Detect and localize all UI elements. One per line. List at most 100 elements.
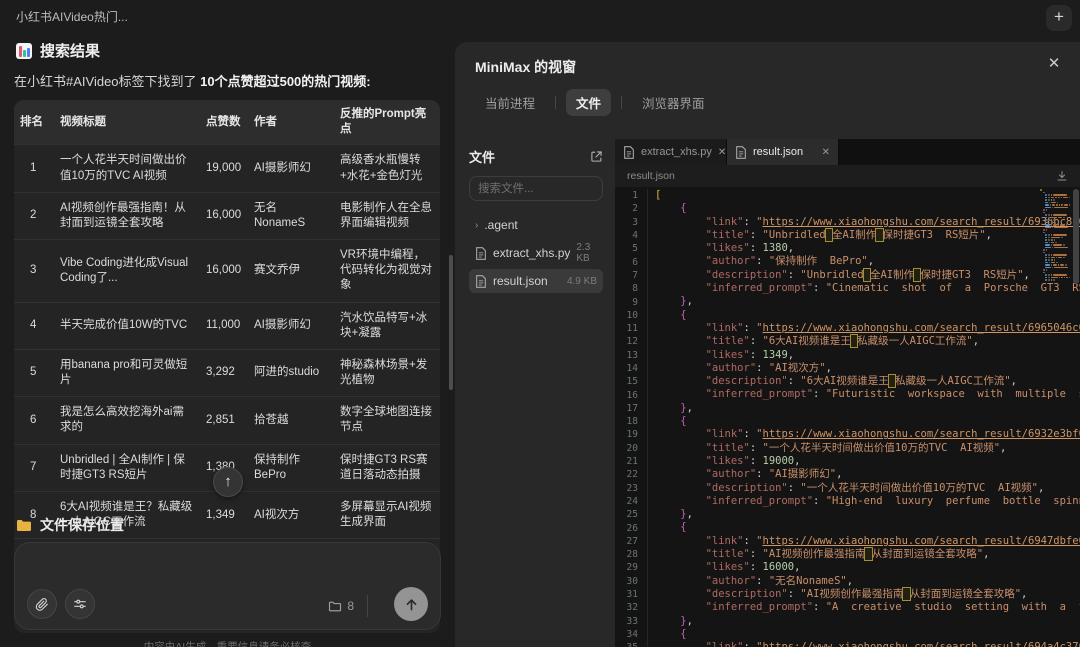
panel-tab-2[interactable]: 文件 — [566, 89, 611, 116]
editor-minimap[interactable] — [1040, 189, 1070, 282]
editor-tab-label: extract_xhs.py — [641, 146, 712, 158]
code-line: 9 }, — [615, 295, 1080, 308]
tree-item-extract_xhs.py[interactable]: extract_xhs.py2.3 KB — [469, 237, 603, 269]
minimap-line — [1040, 247, 1070, 249]
chat-scrollbar[interactable] — [449, 255, 453, 390]
line-number: 9 — [615, 297, 647, 308]
minimap-line — [1040, 227, 1070, 229]
attached-files-count[interactable]: 8 — [328, 599, 354, 613]
line-number: 25 — [615, 509, 647, 520]
editor-tabbar: extract_xhs.py ✕result.json✕ — [615, 139, 1080, 165]
code-text: "inferred_prompt": "A creative studio se… — [647, 601, 1080, 614]
close-tab-icon[interactable]: ✕ — [718, 147, 726, 158]
attach-button[interactable] — [27, 589, 57, 619]
chat-pane: 搜索结果 在小红书#AIVideo标签下找到了 10个点赞超过500的热门视频:… — [0, 28, 455, 647]
minimap-line — [1040, 194, 1070, 196]
line-number: 13 — [615, 350, 647, 361]
code-text: "likes": 16000, — [647, 561, 800, 574]
panel-title: MiniMax 的视窗 — [475, 57, 1062, 77]
file-size: 2.3 KB — [576, 242, 597, 264]
cell-rank: 6 — [14, 405, 54, 436]
cell-title: AI视频创作最强指南！从封面到运镜全套攻略 — [54, 193, 200, 239]
code-text: }, — [647, 402, 693, 415]
minimap-line — [1040, 212, 1070, 214]
table-row: 4半天完成价值10W的TVC11,000AI摄影师幻汽水饮品特写+冰块+凝露 — [14, 302, 440, 349]
editor-tab-extract_xhs.py[interactable]: extract_xhs.py ✕ — [615, 139, 727, 165]
cell-prompt: 高级香水瓶慢转+水花+金色灯光 — [334, 145, 440, 191]
code-line: 25 }, — [615, 508, 1080, 521]
panel-tab-3[interactable]: 浏览器界面 — [632, 89, 715, 116]
cell-author: AI摄影师幻 — [248, 310, 334, 341]
cell-prompt: 电影制作人在全息界面编辑视频 — [334, 193, 440, 239]
file-icon — [475, 275, 487, 288]
code-line: 30 "author": "无名NonameS", — [615, 575, 1080, 588]
line-number: 6 — [615, 257, 647, 268]
panel-tab-1[interactable]: 当前进程 — [475, 89, 545, 116]
code-text: { — [647, 309, 687, 322]
cell-prompt: 保时捷GT3 RS赛道日落动态拍摄 — [334, 445, 440, 491]
minimap-line — [1040, 202, 1070, 204]
cell-likes: 19,000 — [200, 153, 248, 184]
editor-scrollbar[interactable] — [1072, 187, 1080, 647]
composer: 8 — [14, 542, 441, 630]
cell-likes: 16,000 — [200, 255, 248, 286]
code-line: 34 { — [615, 628, 1080, 641]
code-line: 24 "inferred_prompt": "High-end luxury p… — [615, 495, 1080, 508]
file-tree: ›.agentextract_xhs.py2.3 KBresult.json4.… — [469, 213, 603, 293]
download-file-button[interactable] — [1056, 170, 1068, 182]
cell-title: 半天完成价值10W的TVC — [54, 310, 200, 341]
tree-item-.agent[interactable]: ›.agent — [469, 213, 603, 237]
message-input[interactable] — [29, 553, 428, 587]
line-number: 18 — [615, 416, 647, 427]
close-tab-icon[interactable]: ✕ — [822, 147, 830, 158]
line-number: 21 — [615, 456, 647, 467]
code-line: 18 { — [615, 415, 1080, 428]
open-external-icon[interactable] — [590, 150, 603, 163]
code-text: "link": "https://www.xiaohongshu.com/sea… — [647, 641, 1080, 647]
line-number: 24 — [615, 496, 647, 507]
code-line: 32 "inferred_prompt": "A creative studio… — [615, 601, 1080, 614]
search-results-title: 搜索结果 — [40, 40, 100, 61]
cell-title: 我是怎么高效挖海外ai需求的 — [54, 397, 200, 443]
file-icon — [475, 247, 487, 260]
code-line: 15 "description": "6大AI视频谁是王?私藏级一人AIGC工作… — [615, 375, 1080, 388]
minimap-line — [1040, 259, 1070, 261]
minimap-line — [1040, 197, 1070, 199]
minimap-line — [1040, 242, 1070, 244]
minimap-line — [1040, 262, 1070, 264]
cell-author: 赛文乔伊 — [248, 255, 334, 286]
results-intro: 在小红书#AIVideo标签下找到了 10个点赞超过500的热门视频: — [14, 71, 439, 90]
code-text: "title": "一个人花半天时间做出价值10万的TVC AI视频", — [647, 442, 1006, 455]
close-panel-button[interactable]: ✕ — [1044, 54, 1064, 74]
minimap-line — [1040, 252, 1070, 254]
minimax-panel: MiniMax 的视窗 ✕ 当前进程文件浏览器界面 文件 ›.agentextr… — [455, 42, 1080, 647]
line-number: 8 — [615, 283, 647, 294]
scroll-to-top-button[interactable]: ↑ — [213, 467, 243, 497]
line-number: 34 — [615, 629, 647, 640]
app-window: 小红书AIVideo热门... + 搜索结果 在小红书#AIVideo标签下找到… — [0, 0, 1080, 647]
code-text: "author": "保持制作 BePro", — [647, 255, 874, 268]
code-text: "author": "无名NonameS", — [647, 575, 853, 588]
file-search-input[interactable] — [469, 176, 603, 201]
new-chat-button[interactable]: + — [1046, 5, 1072, 31]
sliders-icon — [73, 597, 87, 611]
code-text: "likes": 1380, — [647, 242, 794, 255]
tools-button[interactable] — [65, 589, 95, 619]
conversation-tab-title[interactable]: 小红书AIVideo热门... — [16, 8, 128, 25]
minimap-line — [1040, 214, 1070, 216]
line-number: 15 — [615, 376, 647, 387]
editor-tab-result.json[interactable]: result.json✕ — [727, 139, 839, 165]
code-line: 27 "link": "https://www.xiaohongshu.com/… — [615, 535, 1080, 548]
table-row: 1一个人花半天时间做出价值10万的TVC AI视频19,000AI摄影师幻高级香… — [14, 144, 440, 191]
code-text: { — [647, 202, 687, 215]
send-button[interactable] — [394, 587, 428, 621]
table-row: 3Vibe Coding进化成Visual Coding了...16,000赛文… — [14, 239, 440, 302]
code-line: 17 }, — [615, 402, 1080, 415]
minimap-line — [1040, 219, 1070, 221]
intro-prefix: 在小红书#AIVideo标签下找到了 — [14, 74, 200, 89]
line-number: 30 — [615, 576, 647, 587]
tree-item-result.json[interactable]: result.json4.9 KB — [469, 269, 603, 293]
line-number: 32 — [615, 602, 647, 613]
code-text: "inferred_prompt": "High-end luxury perf… — [647, 495, 1080, 508]
code-line: 14 "author": "AI视次方", — [615, 362, 1080, 375]
